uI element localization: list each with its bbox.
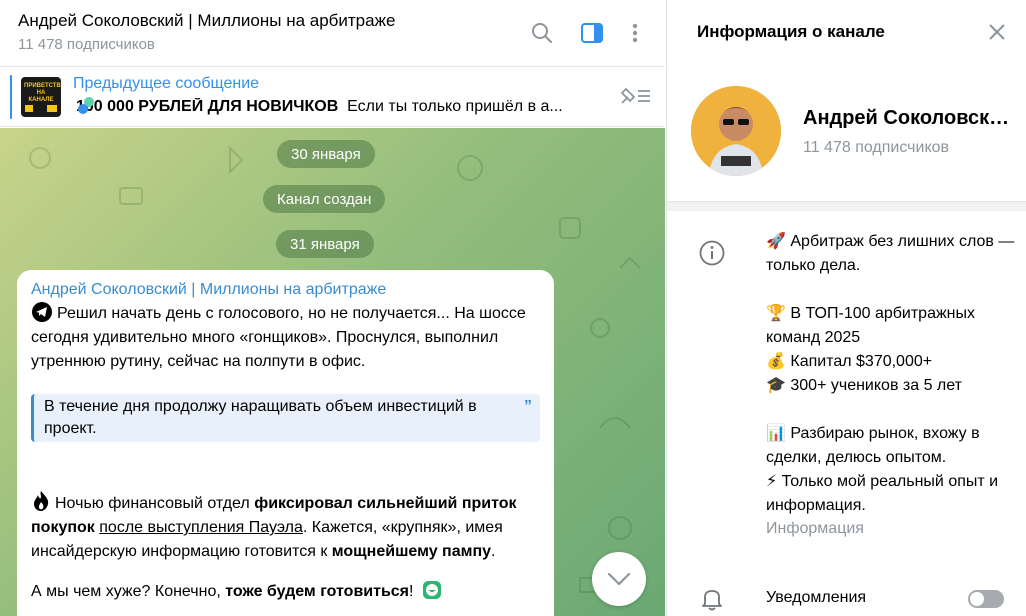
subscriber-count: 11 478 подписчиков	[803, 139, 950, 156]
description-label: Информация	[766, 520, 864, 537]
notifications-label[interactable]: Уведомления	[766, 589, 866, 607]
info-icon	[699, 240, 725, 271]
description-line: ⚡ Только мой реальный опыт и информация.	[766, 473, 999, 514]
text-segment: А мы чем хуже? Конечно,	[31, 583, 226, 600]
pinned-message-bar[interactable]: ПРИВЕТСТВУЮ НА КАНАЛЕ Предыдущее сообщен…	[0, 67, 665, 127]
channel-avatar[interactable]	[691, 86, 781, 176]
bold-segment: мощнейшему пампу	[331, 543, 492, 560]
message-paragraph: Решил начать день с голосового, но не по…	[31, 301, 541, 374]
quote-icon: ”	[524, 398, 532, 415]
channel-description: 🚀 Арбитраж без лишних слов — только дела…	[766, 230, 1016, 518]
channel-title[interactable]: Андрей Соколовский | Миллионы на арбитра…	[18, 11, 395, 31]
blockquote: В течение дня продолжу наращивать объем …	[31, 394, 540, 442]
pinned-thumbnail: ПРИВЕТСТВУЮ НА КАНАЛЕ	[21, 77, 61, 117]
quote-text: В течение дня продолжу наращивать объем …	[44, 398, 477, 437]
subscriber-count: 11 478 подписчиков	[18, 36, 155, 53]
sidebar-toggle-icon[interactable]	[579, 20, 605, 46]
message-paragraph: Ночью финансовый отдел фиксировал сильне…	[31, 490, 541, 564]
date-separator: 31 января	[276, 230, 374, 258]
message-paragraph: А мы чем хуже? Конечно, тоже будем готов…	[31, 580, 541, 604]
close-icon[interactable]	[985, 20, 1009, 44]
fire-icon	[31, 490, 51, 512]
text-segment: !	[409, 583, 414, 600]
bell-icon	[699, 586, 725, 616]
text-segment: .	[491, 543, 496, 560]
message-author[interactable]: Андрей Соколовский | Миллионы на арбитра…	[31, 281, 386, 299]
notifications-toggle[interactable]	[968, 590, 1004, 608]
description-line: 🚀 Арбитраж без лишних слов — только дела…	[766, 233, 1015, 274]
channel-name: Андрей Соколовский | Миллионы на арбитра…	[803, 107, 1013, 129]
smile-emoji-icon	[422, 580, 442, 600]
telegram-icon	[31, 301, 53, 323]
panel-title: Информация о канале	[697, 22, 885, 41]
scroll-down-button[interactable]	[592, 552, 646, 606]
pinned-preview: 100 000 РУБЛЕЙ ДЛЯ НОВИЧКОВ Если ты толь…	[76, 98, 596, 116]
chevron-down-icon	[607, 572, 631, 586]
toggle-knob	[970, 592, 984, 606]
emoji-dots-icon	[78, 97, 94, 114]
message-text: Решил начать день с голосового, но не по…	[31, 305, 526, 370]
more-menu-icon[interactable]	[622, 20, 648, 46]
chat-area: Андрей Соколовский | Миллионы на арбитра…	[0, 0, 665, 616]
pinned-preview-text: Если ты только пришёл в а...	[347, 98, 563, 115]
bold-segment: тоже будем готовиться	[225, 583, 410, 600]
description-line: 🎓 300+ учеников за 5 лет	[766, 377, 962, 394]
chat-header[interactable]: Андрей Соколовский | Миллионы на арбитра…	[0, 0, 665, 67]
underlined-segment: после выступления Пауэла	[99, 519, 303, 536]
channel-info-panel: Информация о канале Андрей Соколовский |…	[666, 0, 1026, 616]
description-line: 💰 Капитал $370,000+	[766, 353, 933, 370]
date-separator: 30 января	[277, 140, 375, 168]
search-icon[interactable]	[529, 20, 555, 46]
pinned-preview-bold: 100 000 РУБЛЕЙ ДЛЯ НОВИЧКОВ	[76, 98, 339, 115]
service-message: Канал создан	[263, 185, 386, 213]
message-bubble[interactable]: Андрей Соколовский | Миллионы на арбитра…	[17, 270, 554, 616]
pinned-title: Предыдущее сообщение	[73, 75, 260, 92]
pinned-list-icon[interactable]	[618, 85, 652, 112]
description-line: 🏆 В ТОП-100 арбитражных команд 2025	[766, 305, 976, 346]
description-line: 📊 Разбираю рынок, вхожу в сделки, делюсь…	[766, 425, 980, 466]
section-divider	[667, 201, 1026, 211]
text-segment: Ночью финансовый отдел	[55, 495, 255, 512]
pinned-indicator	[10, 75, 12, 119]
